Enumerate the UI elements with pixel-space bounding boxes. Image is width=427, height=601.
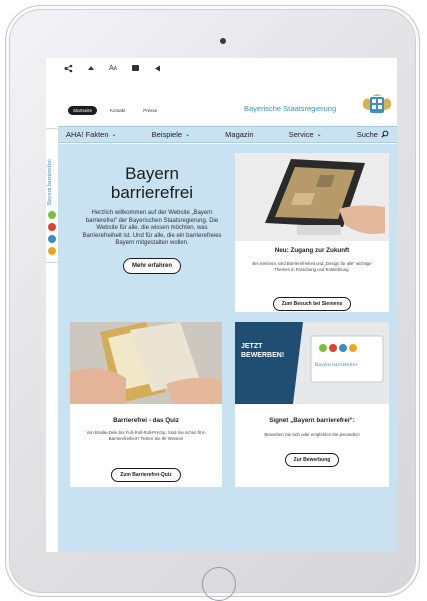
bewerbung-button[interactable]: Zur Bewerbung xyxy=(284,453,340,467)
browser-screen: AA Startseite Kontakt Presse Bayerische … xyxy=(46,58,397,552)
card-quiz-text: Von Braille-Zeile bis Fuß-Roll-Roll-Prin… xyxy=(86,430,206,441)
card-signet-button-wrap: Zur Bewerbung xyxy=(235,448,389,467)
chevron-down-icon: ⌄ xyxy=(111,132,117,138)
hero-title: Bayern barrierefrei xyxy=(72,164,232,202)
menu-beispiele-label: Beispiele xyxy=(151,130,183,139)
search-icon xyxy=(381,130,389,140)
text-size-label-small: A xyxy=(113,66,118,72)
hero-text: Herzlich willkommen auf der Website „Bay… xyxy=(82,210,222,247)
sign-language-icon[interactable] xyxy=(87,64,95,74)
card-siemens-button-wrap: Zum Besuch bei Siemens xyxy=(235,292,389,311)
jetzt-bewerben-banner: JETZT BEWERBEN! xyxy=(241,342,284,360)
menu-service[interactable]: Service ⌄ xyxy=(289,130,322,139)
home-button[interactable] xyxy=(202,567,236,601)
sign-text: Bayern barrierefrei xyxy=(315,362,357,368)
orange-question-icon xyxy=(48,247,56,255)
main-navigation: AHA! Fakten ⌄ Beispiele ⌄ Magazin Servic… xyxy=(58,126,397,143)
banner-line2: BEWERBEN! xyxy=(241,352,285,359)
menu-beispiele[interactable]: Beispiele ⌄ xyxy=(152,130,190,139)
header-nav: Startseite Kontakt Presse xyxy=(68,106,162,115)
quiz-booklet-image xyxy=(70,322,222,404)
text-size-icon[interactable]: AA xyxy=(109,64,117,74)
accessibility-toolbar: AA xyxy=(46,58,397,80)
nav-startseite[interactable]: Startseite xyxy=(68,106,98,115)
camera-dot xyxy=(220,38,226,44)
card-siemens-title: Neu: Zugang zur Zukunft xyxy=(274,247,350,254)
chevron-down-icon: ⌄ xyxy=(185,132,191,138)
card-signet-text: Bewerben Sie sich oder empfehlen Sie jem… xyxy=(264,432,360,437)
card-quiz: Barrierefrei - das Quiz Von Braille-Zeil… xyxy=(70,322,222,487)
menu-suche[interactable]: Suche xyxy=(357,130,389,140)
siemens-visit-button[interactable]: Zum Besuch bei Siemens xyxy=(272,297,352,311)
hero-section: Bayern barrierefrei Herzlich willkommen … xyxy=(72,164,232,274)
green-accessibility-icon xyxy=(48,211,56,219)
share-icon[interactable] xyxy=(64,64,73,75)
card-quiz-button-wrap: Zum Barrierefrei-Quiz xyxy=(70,463,222,482)
hero-title-line1: Bayern xyxy=(125,164,179,183)
bavarian-crest-logo[interactable] xyxy=(362,94,392,116)
banner-line1: JETZT xyxy=(241,343,263,350)
nav-kontakt[interactable]: Kontakt xyxy=(105,106,130,115)
menu-aha-fakten-label: AHA! Fakten xyxy=(66,130,109,139)
menu-magazin[interactable]: Magazin xyxy=(225,130,253,139)
menu-service-label: Service xyxy=(288,130,314,139)
quiz-button[interactable]: Zum Barrierefrei-Quiz xyxy=(111,468,181,482)
content-area: Bayern barrierefrei Herzlich willkommen … xyxy=(58,144,397,552)
hero-title-line2: barrierefrei xyxy=(110,183,194,202)
card-signet: JETZT BEWERBEN! Bayern barrierefrei Sign… xyxy=(235,322,389,487)
easy-language-icon[interactable] xyxy=(131,64,140,74)
menu-aha-fakten[interactable]: AHA! Fakten ⌄ xyxy=(66,130,117,139)
blue-wheelchair-icon xyxy=(48,235,56,243)
red-info-icon xyxy=(48,223,56,231)
card-signet-title: Signet „Bayern barrierefrei“: xyxy=(269,417,355,424)
brand-name[interactable]: Bayerische Staatsregierung xyxy=(244,104,336,113)
side-tab-label: Bayern barrierefrei xyxy=(47,159,53,205)
tablet-frame: AA Startseite Kontakt Presse Bayerische … xyxy=(5,5,420,601)
mehr-erfahren-button[interactable]: Mehr erfahren xyxy=(122,257,181,274)
menu-magazin-label: Magazin xyxy=(225,130,254,139)
menu-suche-label: Suche xyxy=(356,130,378,139)
nav-presse[interactable]: Presse xyxy=(138,106,162,115)
card-siemens: Neu: Zugang zur Zukunft Bei Siemens sind… xyxy=(235,153,389,312)
card-siemens-text: Bei Siemens sind Barrierefreiheit und „D… xyxy=(252,261,372,272)
signet-image xyxy=(235,322,389,404)
chevron-down-icon: ⌄ xyxy=(316,132,322,138)
siemens-terminal-image xyxy=(235,153,389,241)
card-quiz-title: Barrierefrei - das Quiz xyxy=(113,417,179,424)
audio-icon[interactable] xyxy=(154,64,161,74)
